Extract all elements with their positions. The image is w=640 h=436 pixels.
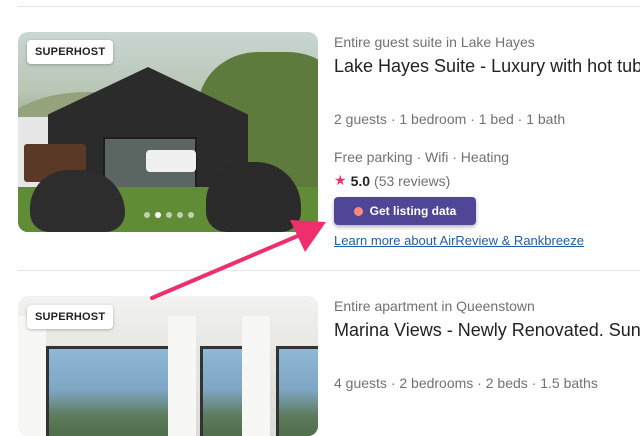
listing-title[interactable]: Marina Views - Newly Renovated. Sunny bbox=[334, 320, 640, 341]
superhost-badge: SUPERHOST bbox=[27, 305, 114, 329]
listing-type: Entire apartment in Queenstown bbox=[334, 298, 535, 314]
listing-card-2[interactable]: SUPERHOST Entire apartment in Queenstown… bbox=[0, 0, 640, 436]
listing-rooms: 4 guests · 2 bedrooms · 2 beds · 1.5 bat… bbox=[334, 375, 598, 391]
window-view bbox=[46, 346, 172, 436]
